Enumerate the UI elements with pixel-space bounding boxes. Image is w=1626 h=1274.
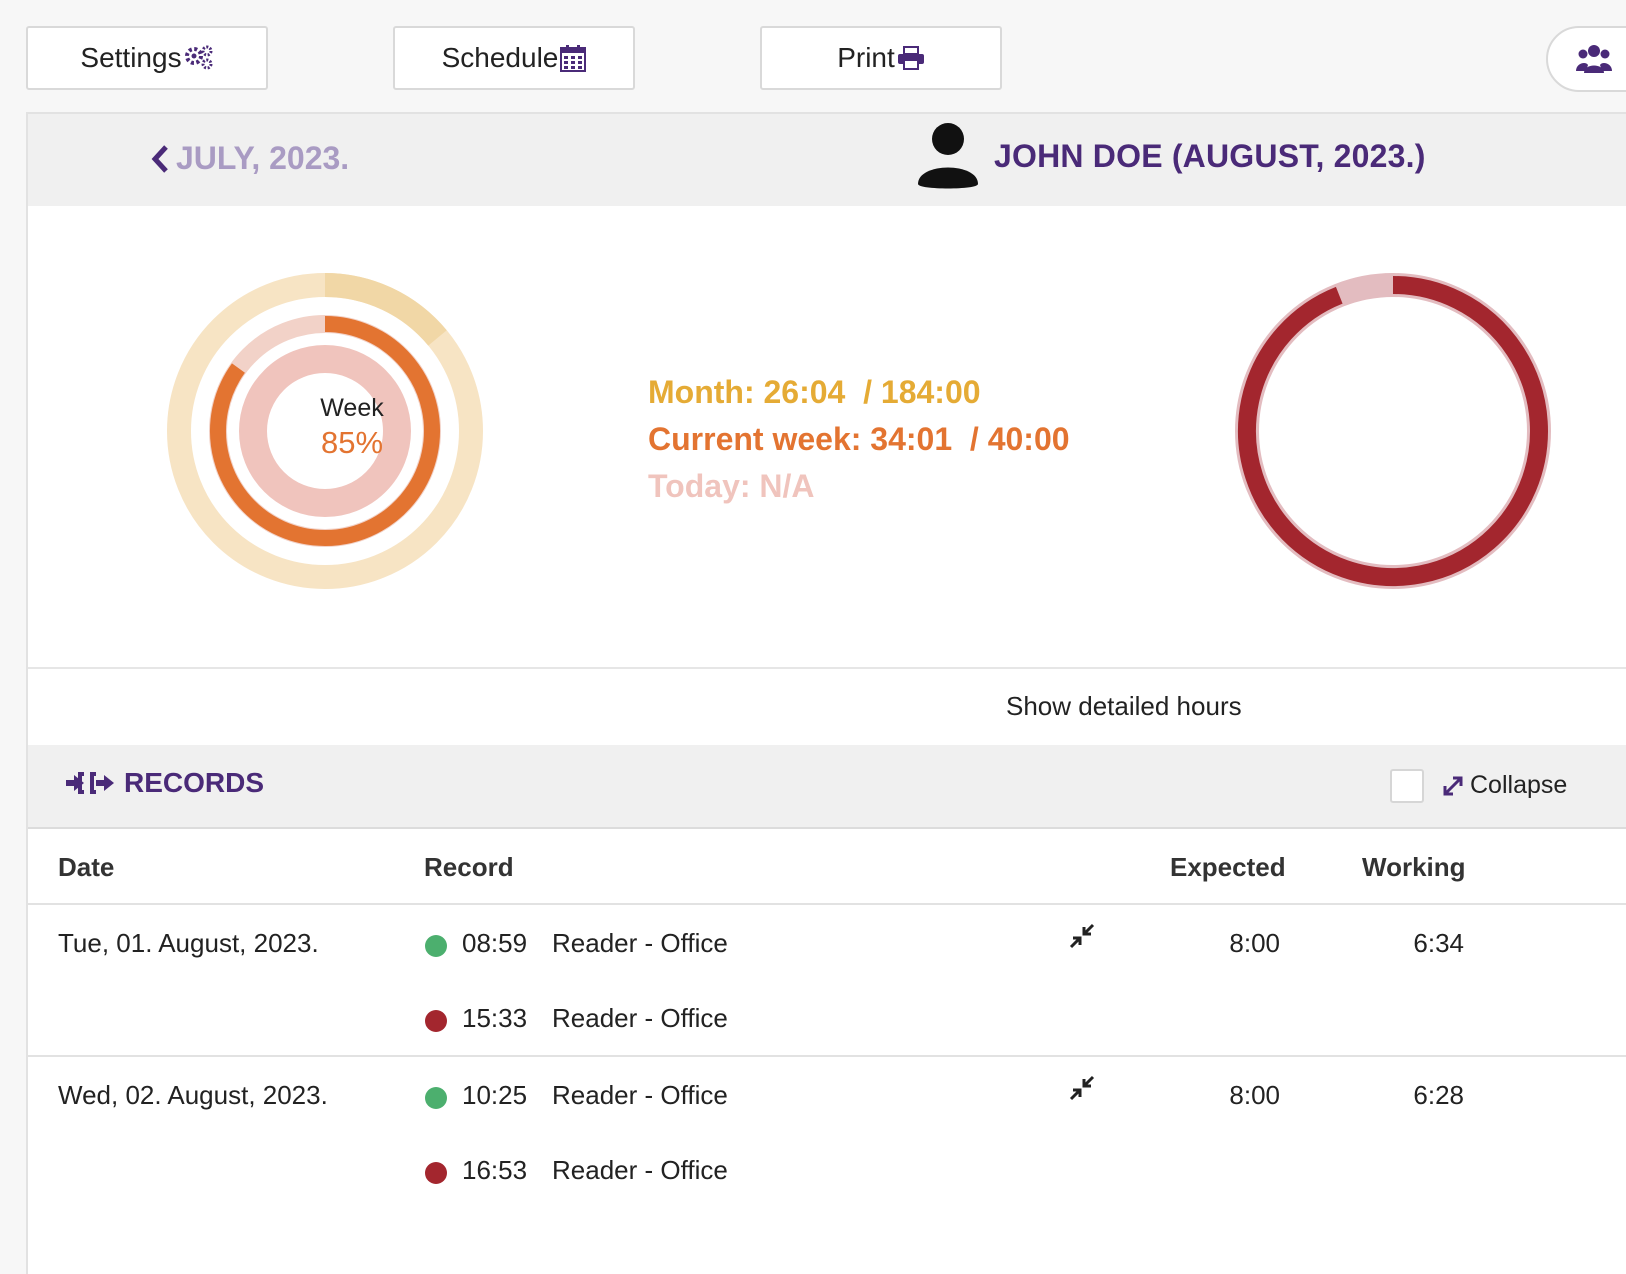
clock-out-dot xyxy=(425,1162,447,1184)
col-header-expected: Expected xyxy=(1170,852,1286,882)
record-location: Reader - Office xyxy=(552,1080,728,1110)
clock-in-dot xyxy=(425,935,447,957)
record-location: Reader - Office xyxy=(552,1003,728,1033)
employee-heading: JOHN DOE (AUGUST, 2023.) xyxy=(918,122,1426,190)
compress-icon[interactable] xyxy=(1068,922,1096,950)
week-hours: Current week: 34:01 / 40:00 xyxy=(648,421,1070,457)
col-header-record: Record xyxy=(424,852,514,882)
record-location: Reader - Office xyxy=(552,928,728,958)
team-button[interactable] xyxy=(1546,26,1626,92)
row-date: Wed, 02. August, 2023. xyxy=(58,1080,328,1110)
col-header-date: Date xyxy=(58,852,115,882)
week-ring-center: Week 85% xyxy=(192,394,512,461)
record-time: 16:53 xyxy=(462,1155,528,1185)
collapse-label: Collapse xyxy=(1470,771,1568,799)
attendance-panel: JULY, 2023. JOHN DOE (AUGUST, 2023.) Wee… xyxy=(26,112,1626,1274)
col-header-working: Working xyxy=(1362,852,1466,882)
show-detailed-hours-link[interactable]: Show detailed hours xyxy=(1006,691,1242,722)
users-icon xyxy=(1576,45,1612,73)
calendar-icon xyxy=(560,45,587,72)
daily-progress-ring xyxy=(1235,273,1551,589)
row-working: 6:28 xyxy=(1413,1080,1464,1110)
show-detail-row: Show detailed hours xyxy=(28,667,1626,747)
clock-in-dot xyxy=(425,1087,447,1109)
user-icon xyxy=(918,123,978,189)
settings-label: Settings xyxy=(80,42,182,73)
records-title: RECORDS xyxy=(66,767,264,799)
row-divider xyxy=(28,1055,1626,1057)
collapse-checkbox[interactable] xyxy=(1390,769,1424,803)
header-divider xyxy=(28,903,1626,905)
hours-summary: Month: 26:04 / 184:00 Current week: 34:0… xyxy=(648,374,1070,505)
chevron-left-icon xyxy=(151,144,168,173)
sign-in-out-icon xyxy=(66,772,114,794)
today-hours: Today: N/A xyxy=(648,468,815,504)
week-percent: 85% xyxy=(320,425,384,460)
schedule-button[interactable]: Schedule xyxy=(393,26,635,90)
clock-out-dot xyxy=(425,1010,447,1032)
month-hours: Month: 26:04 / 184:00 xyxy=(648,374,981,410)
row-expected: 8:00 xyxy=(1229,1080,1280,1110)
settings-button[interactable]: Settings xyxy=(26,26,268,90)
records-title-text: RECORDS xyxy=(124,767,265,798)
record-location: Reader - Office xyxy=(552,1155,728,1185)
record-time: 08:59 xyxy=(462,928,528,958)
record-time: 15:33 xyxy=(462,1003,528,1033)
row-working: 6:34 xyxy=(1413,928,1464,958)
prev-month-link[interactable]: JULY, 2023. xyxy=(150,140,349,177)
month-header: JULY, 2023. JOHN DOE (AUGUST, 2023.) xyxy=(28,114,1626,206)
row-date: Tue, 01. August, 2023. xyxy=(58,928,319,958)
prev-month-label: JULY, 2023. xyxy=(176,140,350,176)
print-label: Print xyxy=(837,42,895,73)
gears-icon xyxy=(184,45,213,70)
records-header: RECORDS Collapse xyxy=(28,745,1626,829)
employee-name: JOHN DOE (AUGUST, 2023.) xyxy=(994,137,1426,174)
compress-icon[interactable] xyxy=(1068,1074,1096,1102)
printer-icon xyxy=(897,46,924,70)
week-title: Week xyxy=(320,394,384,422)
record-time: 10:25 xyxy=(462,1080,528,1110)
expand-arrows-icon xyxy=(1443,776,1463,795)
collapse-toggle[interactable]: Collapse xyxy=(1442,771,1567,800)
daily-progress-arc xyxy=(1238,276,1548,586)
row-expected: 8:00 xyxy=(1229,928,1280,958)
print-button[interactable]: Print xyxy=(760,26,1002,90)
schedule-label: Schedule xyxy=(441,42,559,73)
